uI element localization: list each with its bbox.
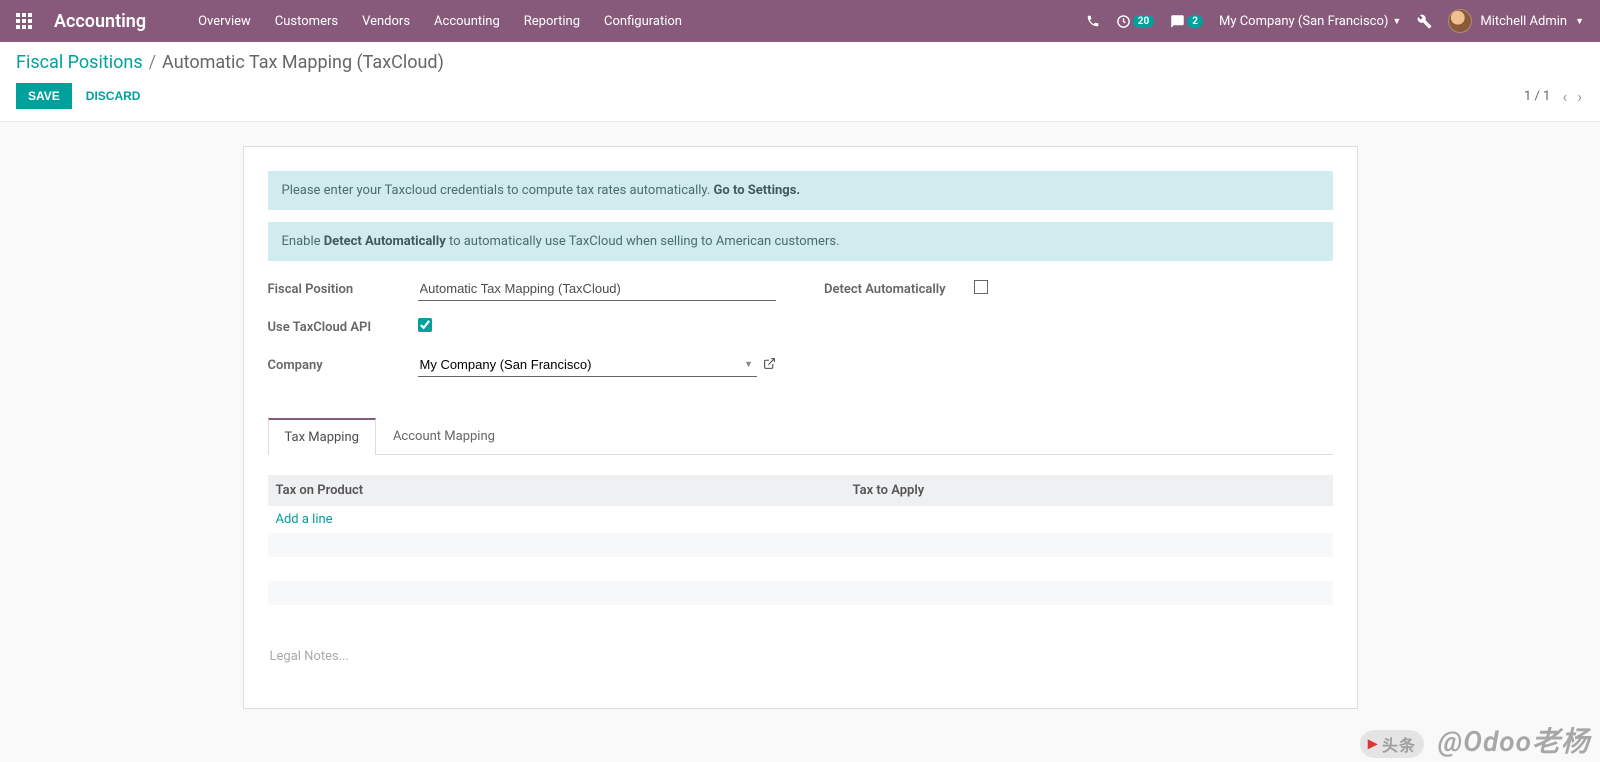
tax-mapping-table: Tax on Product Tax to Apply Add a line: [268, 475, 1333, 605]
label-detect-automatically: Detect Automatically: [824, 282, 974, 297]
pager-prev[interactable]: ‹: [1560, 87, 1569, 106]
phone-icon[interactable]: [1086, 14, 1100, 28]
col-tax-to-apply: Tax to Apply: [845, 475, 1333, 506]
breadcrumb-active: Automatic Tax Mapping (TaxCloud): [162, 52, 444, 73]
add-a-line[interactable]: Add a line: [268, 506, 1333, 533]
activities-badge: 20: [1133, 15, 1154, 28]
app-brand[interactable]: Accounting: [54, 11, 146, 32]
form-background: Please enter your Taxcloud credentials t…: [0, 122, 1600, 762]
alert-bold: Detect Automatically: [324, 234, 446, 249]
tab-bar: Tax Mapping Account Mapping: [268, 417, 1333, 455]
chevron-down-icon[interactable]: ▼: [740, 359, 757, 370]
control-panel: Fiscal Positions / Automatic Tax Mapping…: [0, 42, 1600, 122]
table-row: [268, 581, 1333, 605]
chevron-down-icon: ▼: [1392, 16, 1401, 27]
breadcrumb: Fiscal Positions / Automatic Tax Mapping…: [16, 52, 1584, 73]
label-use-taxcloud-api: Use TaxCloud API: [268, 320, 418, 335]
breadcrumb-parent[interactable]: Fiscal Positions: [16, 52, 143, 73]
apps-icon[interactable]: [16, 13, 32, 29]
notebook: Tax Mapping Account Mapping Tax on Produ…: [268, 417, 1333, 668]
label-fiscal-position: Fiscal Position: [268, 282, 418, 297]
nav-accounting[interactable]: Accounting: [434, 14, 500, 29]
nav-customers[interactable]: Customers: [275, 14, 338, 29]
tab-content: Tax on Product Tax to Apply Add a line L…: [268, 455, 1333, 668]
chevron-down-icon: ▼: [1575, 16, 1584, 27]
nav-menu: Overview Customers Vendors Accounting Re…: [198, 14, 682, 29]
table-row: [268, 533, 1333, 557]
activities-icon[interactable]: 20: [1116, 14, 1154, 29]
detect-automatically-checkbox[interactable]: [974, 280, 988, 294]
nav-reporting[interactable]: Reporting: [524, 14, 580, 29]
save-button[interactable]: SAVE: [16, 83, 72, 109]
nav-configuration[interactable]: Configuration: [604, 14, 682, 29]
table-row: [268, 557, 1333, 581]
go-to-settings-link[interactable]: Go to Settings.: [714, 183, 801, 198]
user-name: Mitchell Admin: [1480, 14, 1567, 29]
nav-overview[interactable]: Overview: [198, 14, 251, 29]
tab-account-mapping[interactable]: Account Mapping: [376, 418, 512, 455]
alert-text: to automatically use TaxCloud when selli…: [446, 234, 840, 249]
fiscal-position-input[interactable]: [418, 277, 777, 301]
messages-badge: 2: [1187, 15, 1203, 28]
pager: 1 / 1 ‹ ›: [1524, 87, 1584, 106]
pager-next[interactable]: ›: [1575, 87, 1584, 106]
company-selector[interactable]: My Company (San Francisco) ▼: [1219, 14, 1401, 29]
messages-icon[interactable]: 2: [1170, 14, 1203, 29]
nav-vendors[interactable]: Vendors: [362, 14, 410, 29]
alert-text: Please enter your Taxcloud credentials t…: [282, 183, 714, 198]
alert-text: Enable: [282, 234, 324, 249]
legal-notes-input[interactable]: Legal Notes...: [268, 645, 1333, 668]
company-label: My Company (San Francisco): [1219, 14, 1388, 29]
avatar: [1448, 9, 1472, 33]
company-input[interactable]: [418, 353, 741, 376]
alert-detect-automatically: Enable Detect Automatically to automatic…: [268, 222, 1333, 261]
external-link-icon[interactable]: [763, 357, 776, 374]
tab-tax-mapping[interactable]: Tax Mapping: [268, 418, 376, 455]
alert-taxcloud-credentials: Please enter your Taxcloud credentials t…: [268, 171, 1333, 210]
discard-button[interactable]: DISCARD: [82, 83, 145, 109]
use-taxcloud-api-checkbox[interactable]: [418, 318, 432, 332]
main-navbar: Accounting Overview Customers Vendors Ac…: [0, 0, 1600, 42]
col-tax-on-product: Tax on Product: [268, 475, 845, 506]
form-sheet: Please enter your Taxcloud credentials t…: [243, 146, 1358, 709]
label-company: Company: [268, 358, 418, 373]
debug-icon[interactable]: [1417, 14, 1432, 29]
breadcrumb-sep: /: [149, 52, 156, 73]
user-menu[interactable]: Mitchell Admin ▼: [1448, 9, 1584, 33]
pager-value[interactable]: 1 / 1: [1524, 89, 1550, 104]
